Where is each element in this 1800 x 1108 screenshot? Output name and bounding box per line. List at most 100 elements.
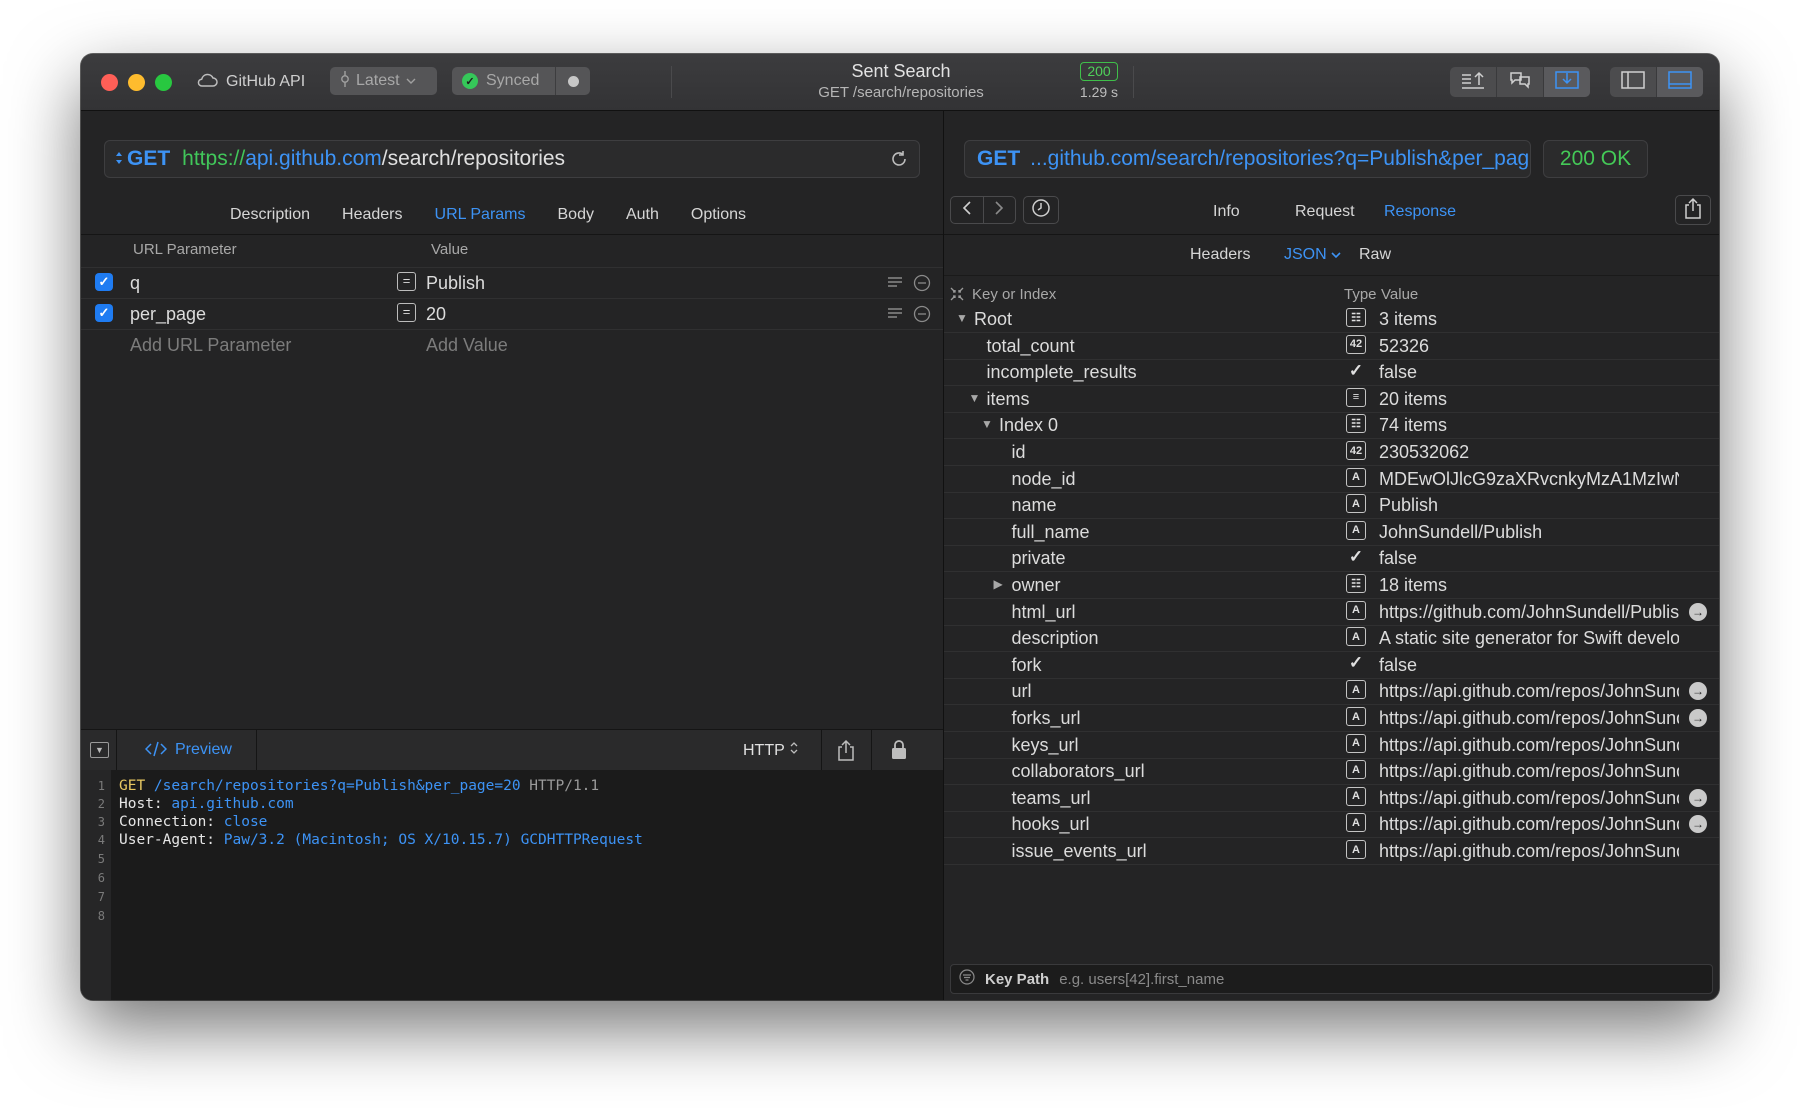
chevron-right-icon: [994, 200, 1004, 221]
param-enabled-checkbox[interactable]: ✓: [95, 304, 113, 322]
tab-headers[interactable]: Headers: [326, 206, 418, 224]
tab-body[interactable]: Body: [542, 206, 610, 224]
open-link-icon[interactable]: →: [1689, 602, 1707, 621]
import-button[interactable]: [1544, 67, 1590, 97]
json-row[interactable]: node_id A MDEwOlJlcG9zaXRvcnkyMzA1MzIwNjI=: [944, 465, 1719, 493]
json-row[interactable]: ▼ items ≡ 20 items: [944, 385, 1719, 413]
forward-button[interactable]: [984, 197, 1016, 223]
disclosure-expanded-icon[interactable]: ▼: [969, 391, 981, 405]
elapsed-time: 1.29 s: [1079, 84, 1119, 100]
json-row[interactable]: description A A static site generator for …: [944, 624, 1719, 653]
back-button[interactable]: [951, 197, 984, 223]
param-key[interactable]: q: [130, 273, 140, 294]
json-value: Publish: [1379, 495, 1439, 516]
project-name[interactable]: GitHub API: [196, 71, 305, 93]
tab-response[interactable]: Response: [1384, 203, 1456, 221]
disclosure-expanded-icon[interactable]: ▼: [981, 417, 993, 431]
json-row[interactable]: incomplete_results ✓ false: [944, 358, 1719, 387]
tab-options[interactable]: Options: [675, 206, 762, 224]
json-row[interactable]: keys_url Ahttps://api.github.com/repos/Jo…: [944, 731, 1719, 759]
json-row[interactable]: ▼ Root ☷ 3 items: [944, 305, 1719, 333]
tab-info[interactable]: Info: [1213, 203, 1240, 221]
json-row[interactable]: private ✓ false: [944, 544, 1719, 573]
string-type-icon: A: [1346, 733, 1366, 753]
refresh-icon[interactable]: [889, 149, 909, 175]
string-type-icon: A: [1346, 707, 1366, 726]
json-row[interactable]: ▶ owner ☷ 18 items: [944, 571, 1719, 599]
json-value: JohnSundell/Publish: [1379, 521, 1543, 542]
disclosure-expanded-icon[interactable]: ▼: [956, 311, 968, 325]
json-value: false: [1379, 548, 1418, 569]
record-button[interactable]: [555, 67, 590, 95]
json-key: id: [1011, 442, 1026, 462]
minimize-window-button[interactable]: [128, 74, 145, 91]
tab-url-params[interactable]: URL Params: [419, 206, 542, 224]
toggle-bottom-panel-button[interactable]: [1657, 67, 1703, 97]
string-type-icon: A: [1346, 467, 1366, 487]
json-value: https://api.github.com/repos/JohnSund...: [1379, 681, 1679, 702]
response-url-field[interactable]: GET ...github.com/search/repositories?q=…: [964, 140, 1531, 178]
zoom-window-button[interactable]: [155, 74, 172, 91]
bottom-panel-icon: [1668, 70, 1692, 94]
param-key[interactable]: per_page: [130, 304, 206, 325]
remove-param-icon[interactable]: [913, 305, 931, 328]
key-path-input[interactable]: e.g. users[42].first_name: [1059, 971, 1224, 988]
tab-description[interactable]: Description: [214, 206, 326, 224]
open-link-icon[interactable]: →: [1689, 709, 1707, 727]
json-row[interactable]: url Ahttps://api.github.com/repos/JohnSun…: [944, 677, 1719, 706]
method-selector[interactable]: GET: [115, 147, 170, 171]
subtab-headers[interactable]: Headers: [1190, 246, 1250, 264]
json-row[interactable]: collaborators_url Ahttps://api.github.com…: [944, 757, 1719, 786]
extensions-button[interactable]: [1497, 67, 1544, 97]
json-row[interactable]: id 42 230532062: [944, 438, 1719, 466]
add-param-value-input[interactable]: Add Value: [426, 335, 508, 356]
remove-param-icon[interactable]: [913, 274, 931, 297]
lock-icon[interactable]: [891, 740, 907, 765]
tab-request[interactable]: Request: [1295, 203, 1355, 221]
text-options-icon[interactable]: [887, 274, 903, 297]
key-path-filter[interactable]: Key Path e.g. users[42].first_name: [950, 964, 1713, 994]
toggle-sidebar-button[interactable]: [1610, 67, 1657, 97]
text-options-icon[interactable]: [887, 305, 903, 328]
param-actions: [887, 305, 931, 328]
app-window: GitHub API Latest ✓ Synced Sent Search G…: [81, 54, 1719, 1000]
url-field[interactable]: GET https://api.github.com/search/reposi…: [104, 140, 920, 178]
json-key: hooks_url: [1011, 814, 1090, 835]
close-window-button[interactable]: [101, 74, 118, 91]
param-enabled-checkbox[interactable]: ✓: [95, 273, 113, 291]
share-response-button[interactable]: [1675, 195, 1711, 225]
json-row[interactable]: forks_url Ahttps://api.github.com/repos/J…: [944, 704, 1719, 732]
json-key: full_name: [1011, 521, 1090, 542]
subtab-raw[interactable]: Raw: [1359, 246, 1391, 264]
open-link-icon[interactable]: →: [1689, 788, 1707, 807]
json-row[interactable]: total_count 42 52326: [944, 332, 1719, 360]
open-link-icon[interactable]: →: [1689, 682, 1707, 701]
collapse-preview-icon[interactable]: ▼: [90, 742, 109, 758]
json-row[interactable]: teams_url Ahttps://api.github.com/repos/J…: [944, 784, 1719, 812]
json-row[interactable]: ▼ Index 0 ☷ 74 items: [944, 411, 1719, 440]
share-icon[interactable]: [837, 739, 855, 766]
add-param-key-input[interactable]: Add URL Parameter: [130, 335, 291, 356]
tab-auth[interactable]: Auth: [610, 206, 675, 224]
json-row[interactable]: name A Publish: [944, 491, 1719, 520]
collapse-all-icon[interactable]: [950, 287, 964, 305]
param-value[interactable]: Publish: [426, 273, 485, 294]
json-row[interactable]: full_name A JohnSundell/Publish: [944, 518, 1719, 546]
json-row[interactable]: hooks_url Ahttps://api.github.com/repos/J…: [944, 810, 1719, 839]
clock-icon: [1031, 198, 1051, 223]
export-button[interactable]: [1450, 67, 1497, 97]
history-button[interactable]: [1023, 196, 1059, 224]
sync-status[interactable]: ✓ Synced: [452, 67, 590, 95]
param-value[interactable]: 20: [426, 304, 446, 325]
format-selector[interactable]: HTTP: [743, 741, 799, 760]
version-selector[interactable]: Latest: [330, 67, 437, 95]
disclosure-collapsed-icon[interactable]: ▶: [994, 577, 1003, 591]
json-row[interactable]: html_url Ahttps://github.com/JohnSundell/…: [944, 598, 1719, 626]
tabs-divider: [81, 234, 943, 235]
json-row[interactable]: fork ✓ false: [944, 651, 1719, 679]
open-link-icon[interactable]: →: [1689, 815, 1707, 834]
request-preview-code[interactable]: 1 GET /search/repositories?q=Publish&per_…: [81, 770, 943, 1000]
subtab-json[interactable]: JSON: [1284, 246, 1341, 264]
preview-tab[interactable]: Preview: [144, 741, 232, 762]
json-row[interactable]: issue_events_url Ahttps://api.github.com/…: [944, 837, 1719, 865]
